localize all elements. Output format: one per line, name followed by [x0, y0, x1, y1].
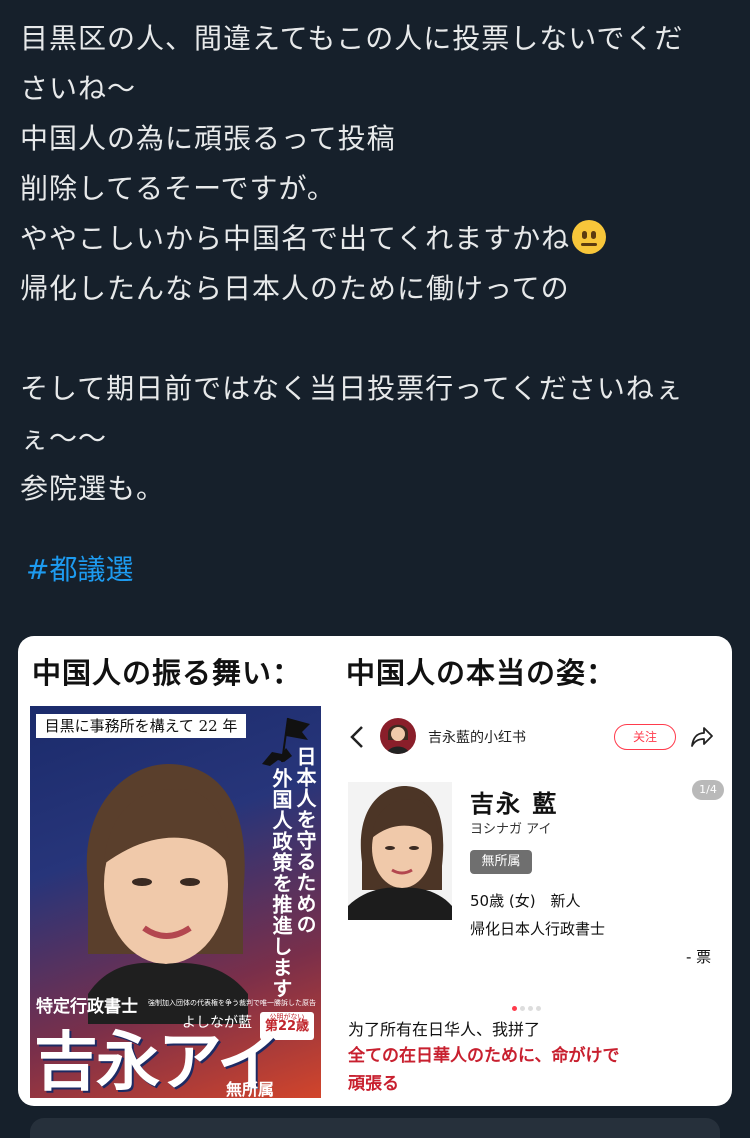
hashtag-link[interactable]: #都議選	[26, 548, 133, 588]
attached-image[interactable]: 中国人の振る舞い： 中国人の本当の姿： 目黒に事務所を構えて 22 年 日本人を…	[18, 636, 732, 1106]
page-indicator: 1/4	[692, 780, 724, 800]
candidate-photo	[348, 782, 452, 920]
party-badge: 無所属	[470, 850, 532, 874]
share-icon[interactable]	[690, 724, 714, 748]
candidate-portrait	[86, 764, 248, 1024]
post-line: さいね〜	[20, 72, 137, 105]
poster-title: 特定行政書士	[36, 997, 138, 1017]
candidate-name: 吉永 藍	[470, 790, 559, 818]
post-line: 参院選も。	[20, 472, 166, 505]
post-body: 目黒区の人、間違えてもこの人に投票しないでくだ さいね〜 中国人の為に頑張るって…	[20, 14, 730, 514]
caption-line: 全ての在日華人のために、命がけで	[348, 1046, 620, 1066]
post-line: 中国人の為に頑張るって投稿	[20, 122, 396, 155]
account-name[interactable]: 吉永藍的小红书	[428, 727, 526, 747]
reply-bar[interactable]	[30, 1118, 720, 1138]
caption-line: 頑張る	[348, 1074, 399, 1094]
avatar[interactable]	[380, 718, 416, 754]
post-line: 帰化したんなら日本人のために働けっての	[20, 272, 570, 305]
carousel-dot-active	[512, 1006, 517, 1011]
post-line-with-emoji: ややこしいから中国名で出てくれますかね	[20, 214, 730, 264]
left-heading: 中国人の振る舞い：	[32, 656, 303, 690]
candidate-age: 50歳 (女) 新人	[470, 892, 581, 910]
carousel-dot	[520, 1006, 525, 1011]
right-heading: 中国人の本当の姿：	[346, 656, 617, 690]
carousel-dot	[528, 1006, 533, 1011]
post-line: そして期日前ではなく当日投票行ってくださいねぇ	[20, 372, 684, 405]
caption-japanese: 全ての在日華人のために、命がけで 頑張る	[348, 1042, 688, 1098]
carousel-dots	[512, 996, 544, 1011]
back-chevron-icon[interactable]	[348, 724, 366, 750]
poster-party: 無所属	[226, 1080, 275, 1098]
post-line: ぇ〜〜	[20, 422, 108, 455]
follow-button[interactable]: 关注	[614, 724, 676, 750]
post-line: 削除してるそーですが。	[20, 172, 336, 205]
poster-banner: 目黒に事務所を構えて 22 年	[36, 714, 246, 738]
neutral-face-icon	[572, 220, 607, 254]
candidate-kana: ヨシナガ アイ	[470, 822, 552, 837]
poster-note: 強制加入団体の代表権を争う裁判で唯一勝訴した原告	[148, 999, 316, 1007]
vote-count: - 票	[686, 948, 712, 966]
campaign-poster: 目黒に事務所を構えて 22 年 日本人を守るための 外国人政策を推進します 特定…	[30, 706, 321, 1098]
carousel-dot	[536, 1006, 541, 1011]
post-line: ややこしいから中国名で出てくれますかね	[20, 222, 571, 255]
candidate-occupation: 帰化日本人行政書士	[470, 920, 606, 938]
post-line: 目黒区の人、間違えてもこの人に投票しないでくだ	[20, 22, 684, 55]
caption-chinese: 为了所有在日华人、我拼了	[348, 1020, 541, 1039]
